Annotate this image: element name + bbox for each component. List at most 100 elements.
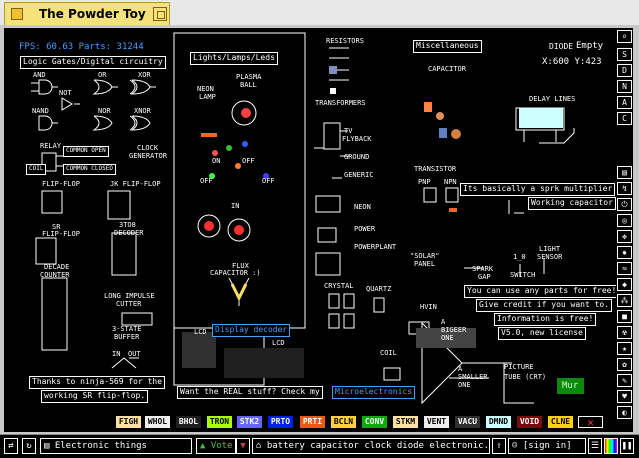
settings-icon[interactable]: ☰ xyxy=(588,438,602,454)
and-label: AND xyxy=(33,71,46,79)
xnor-label: XNOR xyxy=(134,107,151,115)
element-void[interactable]: VOID xyxy=(517,416,542,428)
sidebar-search-button[interactable]: ⌕ xyxy=(617,30,632,43)
element-stk2[interactable]: STK2 xyxy=(237,416,262,428)
powerplant-label: POWERPLANT xyxy=(354,243,397,251)
tag-icon: ⌂ xyxy=(256,441,267,451)
nor-label: NOR xyxy=(98,107,111,115)
category-explosives-icon[interactable]: ✸ xyxy=(617,246,632,259)
category-special-icon[interactable]: ★ xyxy=(617,342,632,355)
version-note: V5.0, new license xyxy=(498,327,586,340)
element-clne[interactable]: CLNE xyxy=(548,416,573,428)
bigger-label-3: ONE xyxy=(441,334,454,342)
element-prti[interactable]: PRTI xyxy=(300,416,325,428)
display-mode-icon[interactable] xyxy=(604,438,618,454)
reload-icon[interactable]: ↻ xyxy=(22,438,36,454)
one-zero-label: 1_0 xyxy=(513,253,526,261)
element-bhol[interactable]: BHOL xyxy=(176,416,201,428)
tv-label: TV xyxy=(344,127,353,135)
restore-button[interactable] xyxy=(153,7,167,21)
simulation-canvas[interactable]: FPS: 60.63 Parts: 31244 DIODE Empty X:60… xyxy=(4,28,632,432)
category-electronics-icon[interactable]: ↯ xyxy=(617,182,632,195)
sidebar-button-d[interactable]: D xyxy=(617,64,632,77)
lcd-label-2: LCD xyxy=(272,339,285,347)
category-walls-icon[interactable]: ▤ xyxy=(617,166,632,179)
decade-label: DECADE xyxy=(44,263,70,271)
category-favorites-icon[interactable]: ♥ xyxy=(617,390,632,403)
display-decoder-link[interactable]: Display decoder xyxy=(212,324,291,337)
decade-counter-label: COUNTER xyxy=(40,271,70,279)
on-off-label-1: ON xyxy=(212,157,221,165)
category-radioactive-icon[interactable]: ☢ xyxy=(617,326,632,339)
jk-label: JK FLIP-FLOP xyxy=(110,180,161,188)
category-powders-icon[interactable]: ⁂ xyxy=(617,294,632,307)
window-tab[interactable]: The Powder Toy xyxy=(4,2,170,25)
crystal-label: CRYSTAL xyxy=(324,282,354,290)
element-whol[interactable]: WHOL xyxy=(145,416,170,428)
flux-label-2: CAPACITOR :) xyxy=(210,269,261,277)
transformers-label: TRANSFORMERS xyxy=(315,99,366,107)
sidebar-button-c[interactable]: C xyxy=(617,112,632,125)
pause-icon[interactable]: ❚❚ xyxy=(620,438,634,454)
sidebar-button-a[interactable]: A xyxy=(617,96,632,109)
element-bcln[interactable]: BCLN xyxy=(331,416,356,428)
category-gases-icon[interactable]: ≈ xyxy=(617,262,632,275)
category-force-icon[interactable]: ✥ xyxy=(617,230,632,243)
circuit-drawing xyxy=(31,32,584,405)
smaller-label: A xyxy=(458,365,463,373)
element-prto[interactable]: PRTO xyxy=(268,416,293,428)
sprk-note: Its basically a sprk multiplier xyxy=(460,183,616,196)
category-liquids-icon[interactable]: ◆ xyxy=(617,278,632,291)
not-label: NOT xyxy=(59,89,72,97)
power-label: POWER xyxy=(354,225,376,233)
element-vacu[interactable]: VACU xyxy=(455,416,480,428)
category-powered-icon[interactable]: ⏻ xyxy=(617,198,632,211)
generic-label: GENERIC xyxy=(344,171,374,179)
category-solids-icon[interactable]: ■ xyxy=(617,310,632,323)
led-in-label: IN xyxy=(231,202,240,210)
save-icon: ▤ xyxy=(44,441,55,451)
upload-icon[interactable]: ⇪ xyxy=(492,438,506,454)
spark-label: SPARK xyxy=(472,265,494,273)
open-save-icon[interactable]: ⇄ xyxy=(4,438,18,454)
capacitor-label: CAPACITOR xyxy=(428,65,466,73)
category-tools-icon[interactable]: ✎ xyxy=(617,374,632,387)
menu-sidebar: ⌕ S D N A C ▤ ↯ ⏻ ◎ ✥ ✸ ≈ ◆ ⁂ ■ ☢ ★ ✿ ✎ … xyxy=(616,28,633,432)
lcd-label: LCD xyxy=(194,328,207,336)
element-tron[interactable]: TRON xyxy=(207,416,232,428)
decoder-label: 3TO8 xyxy=(119,221,136,229)
tags-text: battery capacitor clock diode electronic… xyxy=(266,441,490,451)
category-life-icon[interactable]: ✿ xyxy=(617,358,632,371)
category-sensors-icon[interactable]: ◎ xyxy=(617,214,632,227)
panel-label: PANEL xyxy=(414,260,436,268)
info-note: Information is free! xyxy=(494,313,597,326)
app-icon xyxy=(11,8,23,20)
decoder-label-2: DECODER xyxy=(114,229,144,237)
tags-field[interactable]: ⌂ battery capacitor clock diode electron… xyxy=(252,438,490,454)
sidebar-button-s[interactable]: S xyxy=(617,48,632,61)
resistors-label: RESISTORS xyxy=(326,37,364,45)
lights-heading: Lights/Lamps/Leds xyxy=(190,52,278,65)
vote-up-button[interactable]: ▲ Vote xyxy=(196,438,236,454)
element-stkm[interactable]: STKM xyxy=(393,416,418,428)
nand-label: NAND xyxy=(32,107,49,115)
save-name-text: Electronic things xyxy=(54,441,147,451)
vote-down-button[interactable]: ▼ xyxy=(236,438,250,454)
long-impulse-label: LONG IMPULSE xyxy=(104,292,155,300)
element-vent[interactable]: VENT xyxy=(424,416,449,428)
element-dmnd[interactable]: DMND xyxy=(486,416,511,428)
category-decoration-icon[interactable]: ◐ xyxy=(617,406,632,419)
smaller-label-2: SMALLER xyxy=(458,373,488,381)
common-closed-label: COMMON CLOSED xyxy=(63,164,116,175)
clock-label: CLOCK xyxy=(137,144,159,152)
thanks-note: Thanks to ninja-569 for the xyxy=(29,376,166,389)
microelectronics-link[interactable]: Microelectronics xyxy=(332,386,416,399)
sign-in-button[interactable]: ☺ [sign in] xyxy=(508,438,586,454)
generator-label: GENERATOR xyxy=(129,152,167,160)
sidebar-button-n[interactable]: N xyxy=(617,80,632,93)
clear-tool-icon[interactable]: ✕ xyxy=(578,416,603,429)
save-name-field[interactable]: ▤ Electronic things xyxy=(40,438,192,454)
ground-label: GROUND xyxy=(344,153,370,161)
element-conv[interactable]: CONV xyxy=(362,416,387,428)
element-figh[interactable]: FIGH xyxy=(116,416,141,428)
